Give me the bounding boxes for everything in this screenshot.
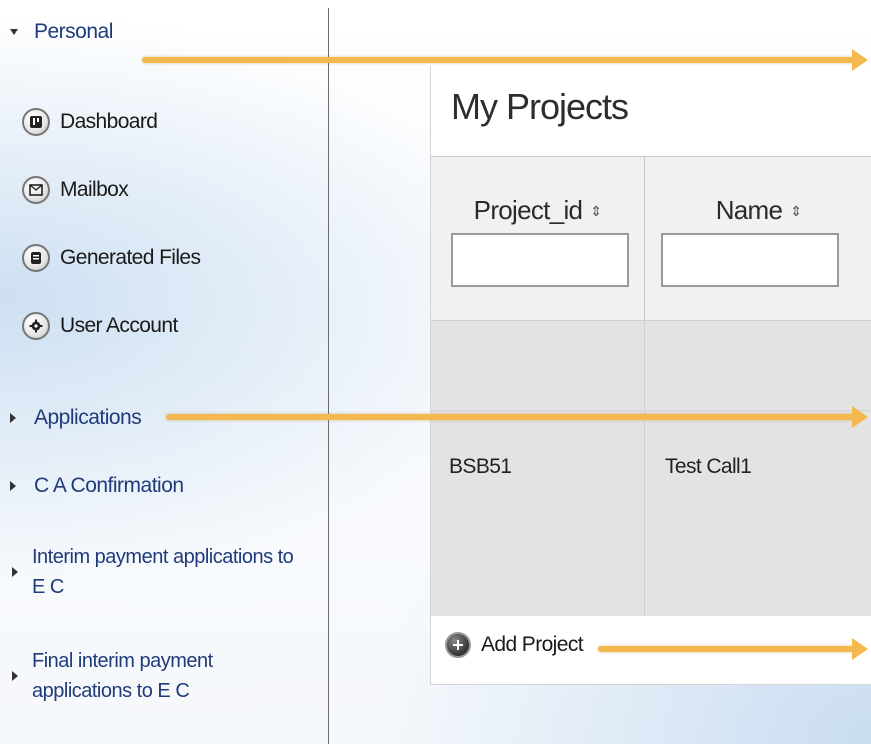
caret-right-icon	[12, 671, 18, 681]
gear-icon	[22, 312, 50, 340]
label-line: applications to E C	[32, 680, 190, 702]
sidebar-divider	[328, 8, 329, 744]
column-header-label: Name ⇕	[645, 195, 871, 226]
label-line: E C	[32, 576, 64, 598]
page-title: My Projects	[451, 86, 629, 127]
sidebar-item-mailbox[interactable]: Mailbox	[22, 176, 129, 204]
sidebar-item-generated-files[interactable]: Generated Files	[22, 244, 201, 272]
caret-down-icon	[10, 29, 18, 35]
column-header-label: Project_id ⇕	[431, 195, 644, 226]
sidebar-nav: Personal Dashboard Mailbox Generated Fil…	[0, 0, 328, 744]
sidebar-item-user-account[interactable]: User Account	[22, 312, 178, 340]
sidebar-item-label: User Account	[60, 314, 178, 337]
add-project-button[interactable]: Add Project	[445, 632, 584, 658]
sidebar-section-interim-label: Interim payment applications to E C	[32, 542, 294, 602]
table-cell-project-id[interactable]: BSB51	[431, 320, 645, 616]
label-line: Interim payment applications to	[32, 546, 294, 568]
sidebar-section-personal[interactable]: Personal	[10, 20, 113, 44]
sidebar-section-applications-label: Applications	[34, 406, 142, 429]
annotation-arrow	[166, 406, 868, 428]
dashboard-icon	[22, 108, 50, 136]
sidebar-section-final-interim-payment[interactable]: Final interim payment applications to E …	[12, 646, 213, 706]
projects-table: Project_id ⇕ Name ⇕ BSB51 Test Call1	[431, 156, 871, 616]
name-filter-input[interactable]	[661, 233, 839, 287]
row-divider	[431, 410, 871, 411]
sidebar-section-ca-confirmation[interactable]: C A Confirmation	[10, 474, 184, 498]
sidebar-item-label: Dashboard	[60, 110, 158, 133]
add-project-label: Add Project	[481, 633, 584, 656]
column-header-project-id[interactable]: Project_id ⇕	[431, 156, 645, 320]
table-cell-name[interactable]: Test Call1	[645, 320, 871, 616]
caret-right-icon	[10, 413, 16, 423]
mail-icon	[22, 176, 50, 204]
project-id-filter-input[interactable]	[451, 233, 629, 287]
annotation-arrow	[142, 49, 868, 71]
files-icon	[22, 244, 50, 272]
add-icon	[445, 632, 471, 658]
annotation-arrow	[598, 638, 868, 660]
sidebar-section-ca-confirmation-label: C A Confirmation	[34, 474, 184, 497]
my-projects-panel: My Projects Project_id ⇕ Name ⇕ BSB51 Test…	[430, 66, 871, 685]
sidebar-section-personal-label: Personal	[34, 20, 113, 43]
column-header-text: Project_id	[473, 195, 583, 225]
sidebar-item-label: Generated Files	[60, 246, 201, 269]
column-header-name[interactable]: Name ⇕	[645, 156, 871, 320]
sidebar-section-applications[interactable]: Applications	[10, 406, 142, 430]
sort-icon[interactable]: ⇕	[590, 203, 602, 219]
caret-right-icon	[12, 567, 18, 577]
column-header-text: Name	[715, 195, 783, 225]
sidebar-section-interim-payment[interactable]: Interim payment applications to E C	[12, 542, 294, 602]
sort-icon[interactable]: ⇕	[790, 203, 802, 219]
project-id-value: BSB51	[449, 455, 512, 478]
label-line: Final interim payment	[32, 650, 213, 672]
sidebar-section-final-interim-label: Final interim payment applications to E …	[32, 646, 213, 706]
sidebar-item-label: Mailbox	[60, 178, 129, 201]
project-name-value: Test Call1	[665, 455, 752, 478]
caret-right-icon	[10, 481, 16, 491]
sidebar-item-dashboard[interactable]: Dashboard	[22, 108, 158, 136]
